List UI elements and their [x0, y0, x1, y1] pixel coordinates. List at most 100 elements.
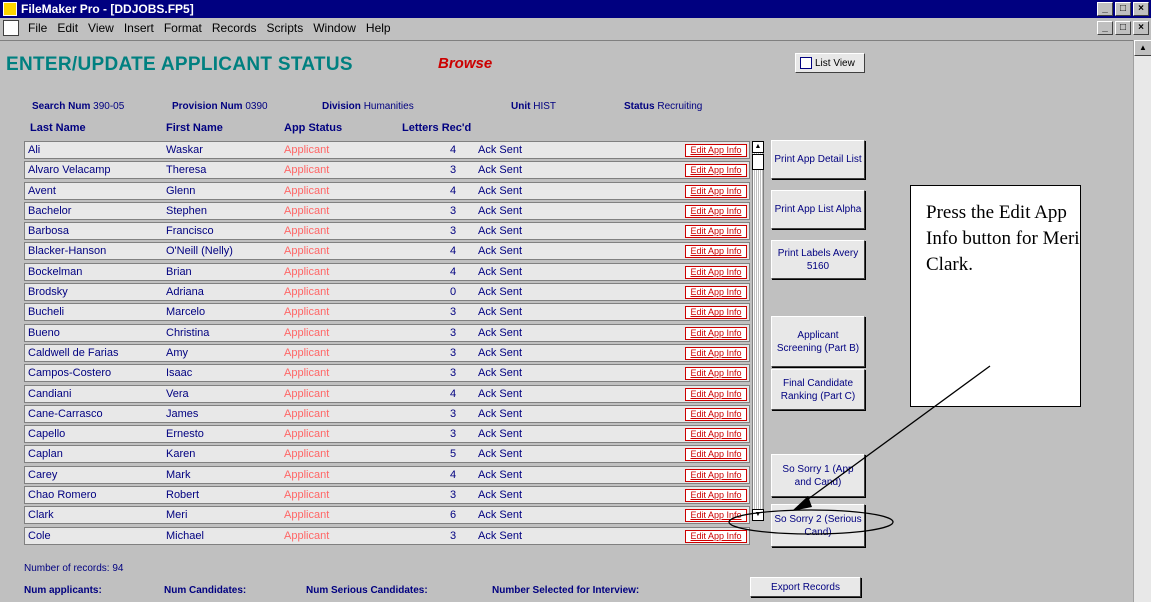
letters-recd-cell[interactable]: 4 — [443, 266, 463, 278]
first-name-cell[interactable]: Karen — [166, 448, 195, 460]
ack-status-cell[interactable]: Ack Sent — [478, 266, 522, 278]
app-status-cell[interactable]: Applicant — [284, 286, 329, 298]
app-status-cell[interactable]: Applicant — [284, 448, 329, 460]
app-status-cell[interactable]: Applicant — [284, 144, 329, 156]
last-name-cell[interactable]: Bockelman — [28, 266, 82, 278]
applicant-row[interactable]: Ali Waskar Applicant 4 Ack Sent Edit App Info — [24, 141, 750, 159]
edit-app-info-button[interactable]: Edit App Info — [685, 448, 747, 462]
edit-app-info-button[interactable]: Edit App Info — [685, 489, 747, 503]
applicant-row[interactable]: Caldwell de Farias Amy Applicant 3 Ack Sent E… — [24, 343, 750, 362]
menu-view[interactable]: View — [83, 21, 119, 35]
edit-app-info-button[interactable]: Edit App Info — [685, 387, 747, 401]
first-name-cell[interactable]: Robert — [166, 489, 199, 501]
window-scrollbar[interactable]: ▲ — [1133, 40, 1151, 602]
applicant-row[interactable]: Clark Meri Applicant 6 Ack Sent Edit App Info — [24, 506, 750, 525]
menu-scripts[interactable]: Scripts — [262, 21, 309, 35]
doc-maximize-button[interactable]: □ — [1115, 21, 1131, 35]
edit-app-info-button[interactable]: Edit App Info — [685, 509, 747, 523]
first-name-cell[interactable]: Glenn — [166, 185, 195, 197]
last-name-cell[interactable]: Campos-Costero — [28, 367, 111, 379]
print-app-detail-list-button[interactable]: Print App Detail List — [771, 140, 865, 179]
first-name-cell[interactable]: Vera — [166, 388, 189, 400]
menu-records[interactable]: Records — [207, 21, 262, 35]
applicant-row[interactable]: Caplan Karen Applicant 5 Ack Sent Edit App In… — [24, 445, 750, 464]
ack-status-cell[interactable]: Ack Sent — [478, 367, 522, 379]
applicant-row[interactable]: Brodsky Adriana Applicant 0 Ack Sent Edit App… — [24, 283, 750, 302]
menu-insert[interactable]: Insert — [119, 21, 159, 35]
ack-status-cell[interactable]: Ack Sent — [478, 205, 522, 217]
last-name-cell[interactable]: Bachelor — [28, 205, 71, 217]
applicant-row[interactable]: Barbosa Francisco Applicant 3 Ack Sent Edit A… — [24, 222, 750, 241]
first-name-cell[interactable]: Francisco — [166, 225, 214, 237]
last-name-cell[interactable]: Carey — [28, 469, 57, 481]
app-status-cell[interactable]: Applicant — [284, 509, 329, 521]
edit-app-info-button[interactable]: Edit App Info — [685, 529, 747, 543]
first-name-cell[interactable]: Mark — [166, 469, 190, 481]
last-name-cell[interactable]: Barbosa — [28, 225, 69, 237]
ack-status-cell[interactable]: Ack Sent — [478, 225, 522, 237]
edit-app-info-button[interactable]: Edit App Info — [685, 468, 747, 482]
doc-minimize-button[interactable]: _ — [1097, 21, 1113, 35]
edit-app-info-button[interactable]: Edit App Info — [685, 164, 747, 178]
edit-app-info-button[interactable]: Edit App Info — [685, 204, 747, 218]
edit-app-info-button[interactable]: Edit App Info — [685, 326, 747, 340]
applicant-row[interactable]: Bueno Christina Applicant 3 Ack Sent Edit App… — [24, 323, 750, 342]
applicant-row[interactable]: Bachelor Stephen Applicant 3 Ack Sent Edit Ap… — [24, 201, 750, 220]
applicant-row[interactable]: Capello Ernesto Applicant 3 Ack Sent Edit App… — [24, 425, 750, 444]
last-name-cell[interactable]: Clark — [28, 509, 54, 521]
ack-status-cell[interactable]: Ack Sent — [478, 185, 522, 197]
ack-status-cell[interactable]: Ack Sent — [478, 388, 522, 400]
ack-status-cell[interactable]: Ack Sent — [478, 509, 522, 521]
print-app-list-alpha-button[interactable]: Print App List Alpha — [771, 190, 865, 229]
edit-app-info-button[interactable]: Edit App Info — [685, 346, 747, 360]
letters-recd-cell[interactable]: 3 — [443, 428, 463, 440]
list-view-button[interactable]: List View — [795, 53, 865, 73]
app-status-cell[interactable]: Applicant — [284, 469, 329, 481]
app-status-cell[interactable]: Applicant — [284, 205, 329, 217]
app-status-cell[interactable]: Applicant — [284, 388, 329, 400]
letters-recd-cell[interactable]: 5 — [443, 448, 463, 460]
so-sorry-1-button[interactable]: So Sorry 1 (App and Cand) — [771, 454, 865, 497]
app-status-cell[interactable]: Applicant — [284, 225, 329, 237]
window-scroll-up-icon[interactable]: ▲ — [1134, 40, 1151, 56]
first-name-cell[interactable]: Brian — [166, 266, 192, 278]
applicant-row[interactable]: Candiani Vera Applicant 4 Ack Sent Edit App I… — [24, 384, 750, 403]
document-icon[interactable] — [3, 20, 19, 36]
app-status-cell[interactable]: Applicant — [284, 245, 329, 257]
edit-app-info-button[interactable]: Edit App Info — [685, 184, 747, 198]
scroll-thumb[interactable] — [752, 154, 764, 170]
last-name-cell[interactable]: Alvaro Velacamp — [28, 164, 111, 176]
last-name-cell[interactable]: Blacker-Hanson — [28, 245, 106, 257]
first-name-cell[interactable]: Meri — [166, 509, 187, 521]
last-name-cell[interactable]: Caldwell de Farias — [28, 347, 118, 359]
last-name-cell[interactable]: Cole — [28, 530, 51, 542]
menu-edit[interactable]: Edit — [52, 21, 83, 35]
first-name-cell[interactable]: Ernesto — [166, 428, 204, 440]
first-name-cell[interactable]: Waskar — [166, 144, 203, 156]
letters-recd-cell[interactable]: 4 — [443, 388, 463, 400]
close-button[interactable]: × — [1133, 2, 1149, 16]
first-name-cell[interactable]: Michael — [166, 530, 204, 542]
doc-close-button[interactable]: × — [1133, 21, 1149, 35]
letters-recd-cell[interactable]: 4 — [443, 144, 463, 156]
applicant-row[interactable]: Cole Michael Applicant 3 Ack Sent Edit App In… — [24, 526, 750, 545]
minimize-button[interactable]: _ — [1097, 2, 1113, 16]
letters-recd-cell[interactable]: 3 — [443, 347, 463, 359]
ack-status-cell[interactable]: Ack Sent — [478, 469, 522, 481]
applicant-row[interactable]: Bockelman Brian Applicant 4 Ack Sent Edit App… — [24, 262, 750, 281]
letters-recd-cell[interactable]: 4 — [443, 185, 463, 197]
app-status-cell[interactable]: Applicant — [284, 164, 329, 176]
last-name-cell[interactable]: Brodsky — [28, 286, 68, 298]
first-name-cell[interactable]: James — [166, 408, 198, 420]
app-status-cell[interactable]: Applicant — [284, 266, 329, 278]
applicant-screening-button[interactable]: Applicant Screening (Part B) — [771, 316, 865, 367]
last-name-cell[interactable]: Chao Romero — [28, 489, 96, 501]
letters-recd-cell[interactable]: 0 — [443, 286, 463, 298]
letters-recd-cell[interactable]: 3 — [443, 205, 463, 217]
app-status-cell[interactable]: Applicant — [284, 530, 329, 542]
applicant-row[interactable]: Campos-Costero Isaac Applicant 3 Ack Sent Edi… — [24, 364, 750, 383]
ack-status-cell[interactable]: Ack Sent — [478, 408, 522, 420]
letters-recd-cell[interactable]: 3 — [443, 489, 463, 501]
letters-recd-cell[interactable]: 3 — [443, 327, 463, 339]
last-name-cell[interactable]: Bueno — [28, 327, 60, 339]
